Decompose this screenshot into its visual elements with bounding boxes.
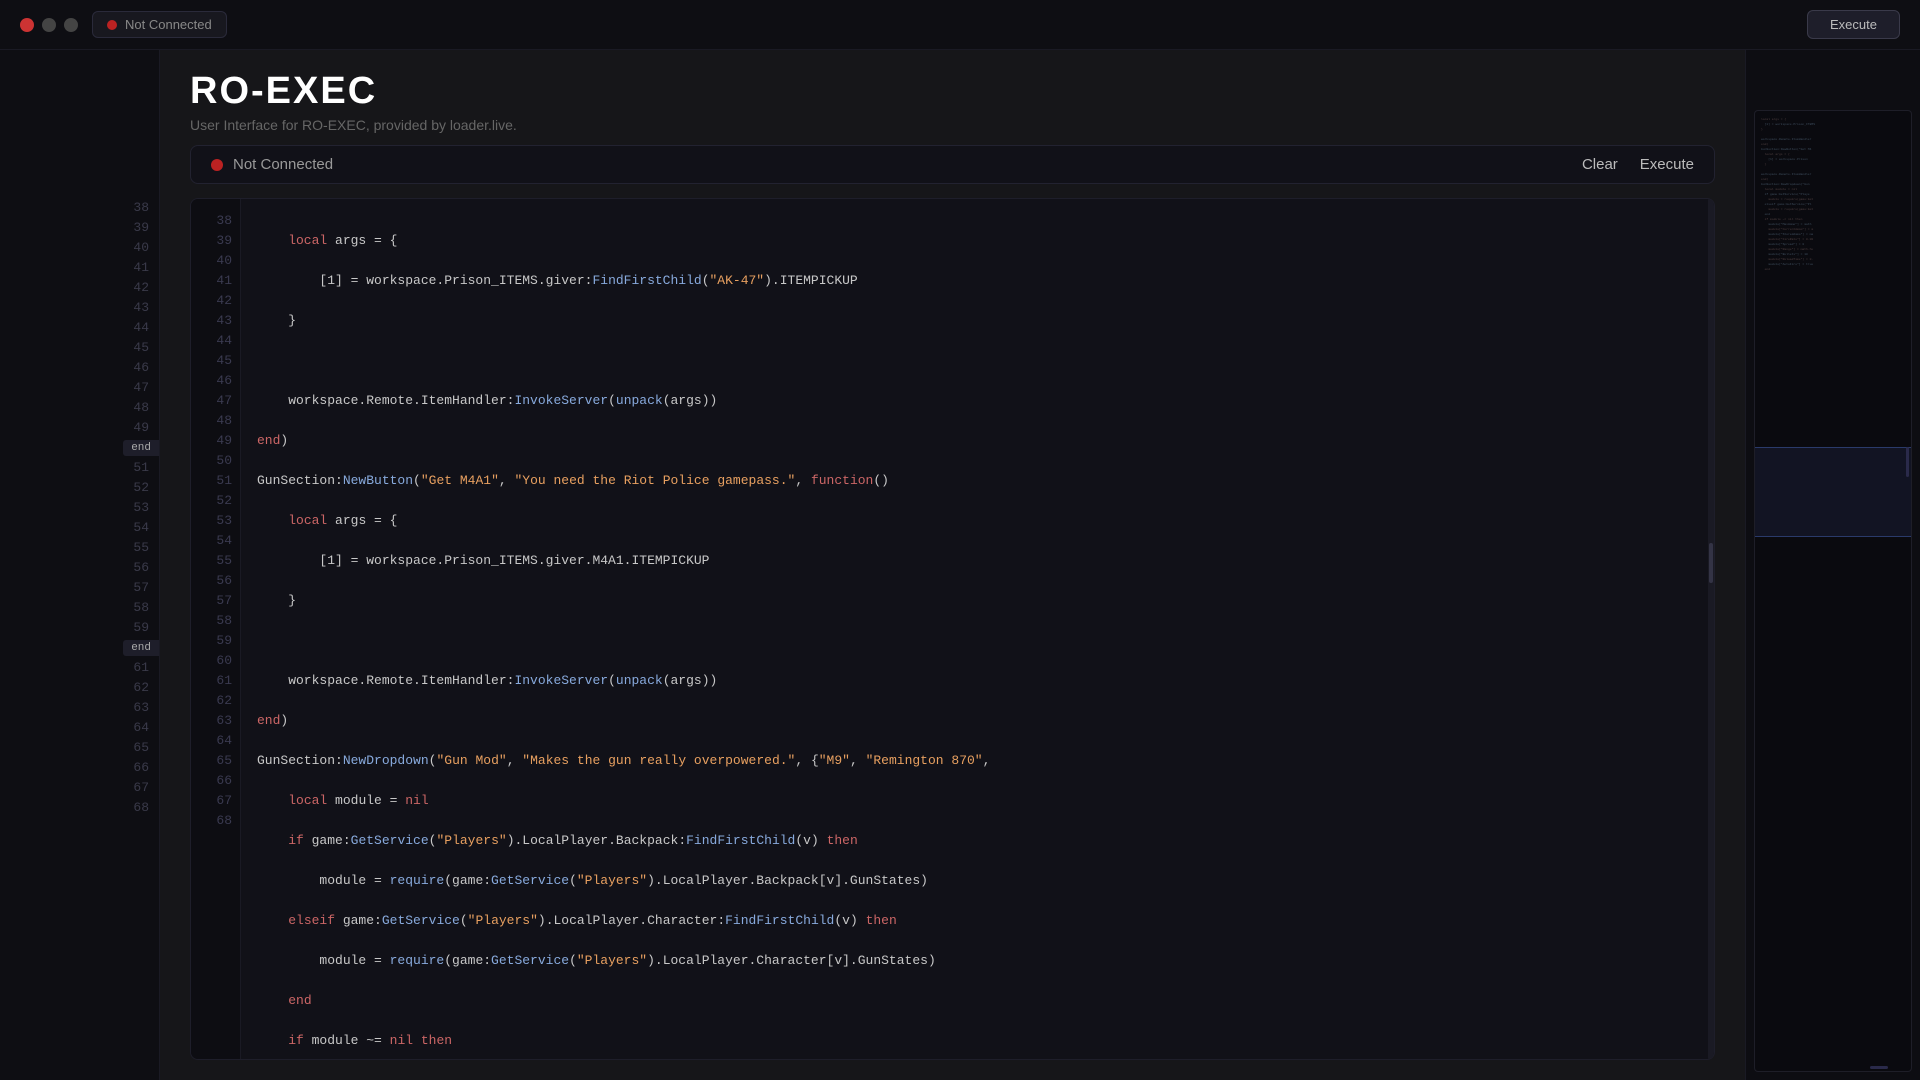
- title-bar: Not Connected Execute: [0, 0, 1920, 50]
- sidebar-line-numbers: 3839404142 4344454647 4849505152 5354555…: [133, 50, 159, 818]
- execute-top-button[interactable]: Execute: [1807, 10, 1900, 39]
- minimap-h-scrollbar[interactable]: [1870, 1066, 1888, 1069]
- clear-button[interactable]: Clear: [1582, 156, 1618, 173]
- scrollbar-thumb[interactable]: [1709, 543, 1713, 583]
- right-panel: local args = { [1] = workspace.Prison_IT…: [1745, 50, 1920, 1080]
- code-content[interactable]: local args = { [1] = workspace.Prison_IT…: [241, 199, 1708, 1059]
- thumbnail-preview: local args = { [1] = workspace.Prison_IT…: [1754, 110, 1912, 1072]
- end-badge-1: end: [123, 440, 159, 456]
- header: RO-EXEC User Interface for RO-EXEC, prov…: [160, 50, 1745, 145]
- window-controls: [20, 18, 78, 32]
- code-editor[interactable]: 3839404142 4344454647 4849505152 5354555…: [190, 198, 1715, 1060]
- minimize-button[interactable]: [42, 18, 56, 32]
- main-content: RO-EXEC User Interface for RO-EXEC, prov…: [160, 50, 1745, 1080]
- status-indicator-dot: [211, 159, 223, 171]
- execute-button[interactable]: Execute: [1640, 156, 1694, 173]
- status-bar: Not Connected Clear Execute: [190, 145, 1715, 184]
- left-sidebar: 3839404142 4344454647 4849505152 5354555…: [0, 50, 160, 1080]
- close-button[interactable]: [20, 18, 34, 32]
- app-subtitle: User Interface for RO-EXEC, provided by …: [190, 117, 1715, 133]
- status-actions: Clear Execute: [1582, 156, 1694, 173]
- status-dot: [107, 20, 117, 30]
- status-bar-label: Not Connected: [233, 156, 333, 173]
- end-badge-2: end: [123, 640, 159, 656]
- vertical-scrollbar[interactable]: [1708, 199, 1714, 1059]
- status-label: Not Connected: [125, 17, 212, 32]
- code-line-numbers: 3839404142 4344454647 4849505152 5354555…: [191, 199, 241, 1059]
- minimap-content: local args = { [1] = workspace.Prison_IT…: [1755, 111, 1911, 278]
- minimap-scrollbar[interactable]: [1906, 447, 1909, 477]
- status-bar-left: Not Connected: [211, 156, 333, 173]
- app-title: RO-EXEC: [190, 70, 1715, 113]
- minimap-highlight: [1755, 447, 1911, 537]
- maximize-button[interactable]: [64, 18, 78, 32]
- connection-status-badge: Not Connected: [92, 11, 227, 38]
